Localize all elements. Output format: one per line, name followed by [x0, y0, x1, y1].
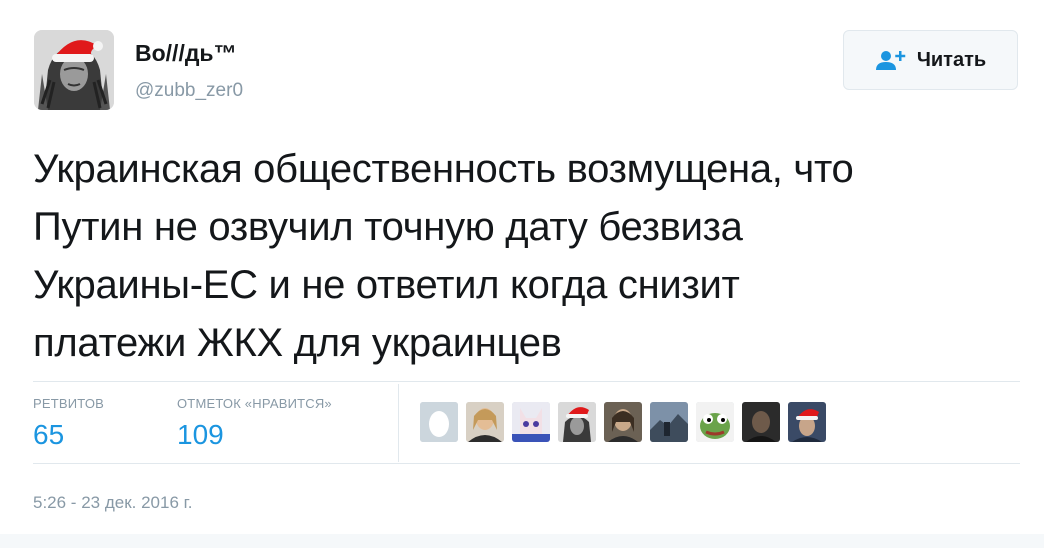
follow-button[interactable]: Читать [843, 30, 1018, 90]
tweet-card: Во///дь™ @zubb_zer0 Читать Украинская об… [0, 0, 1044, 548]
user-handle[interactable]: @zubb_zer0 [135, 80, 243, 102]
chief-with-santa-hat-icon [34, 30, 114, 110]
likes-label: ОТМЕТОК «НРАВИТСЯ» [177, 396, 332, 411]
retweets-stat[interactable]: РЕТВИТОВ 65 [33, 396, 104, 451]
liker-avatar-woman[interactable] [466, 402, 504, 442]
add-user-icon [875, 49, 907, 71]
liker-avatar-woman-portrait[interactable] [604, 402, 642, 442]
liker-avatars [420, 402, 826, 442]
card-footer-band [0, 534, 1044, 548]
profile-avatar[interactable] [34, 30, 114, 110]
liker-avatar-santa-hat-portrait[interactable] [788, 402, 826, 442]
likes-count: 109 [177, 419, 224, 450]
liker-avatar-default-egg[interactable] [420, 402, 458, 442]
liker-avatar-landscape[interactable] [650, 402, 688, 442]
tweet-text-line: Украины-ЕС и не ответил когда снизит [33, 263, 740, 307]
liker-avatar-cat-face[interactable] [512, 402, 550, 442]
retweets-label: РЕТВИТОВ [33, 396, 105, 411]
liker-avatar-santa-hat-chief[interactable] [558, 402, 596, 442]
tweet-timestamp[interactable]: 5:26 - 23 дек. 2016 г. [33, 493, 192, 513]
follow-button-label: Читать [916, 48, 987, 71]
retweets-count: 65 [33, 419, 65, 450]
likes-stat[interactable]: ОТМЕТОК «НРАВИТСЯ» 109 [177, 396, 332, 451]
stats-divider-bottom [33, 463, 1020, 464]
tweet-text-line: Путин не озвучил точную дату безвиза [33, 205, 743, 249]
user-display-name[interactable]: Во///дь™ [135, 40, 237, 67]
stats-divider-vertical [398, 384, 399, 462]
liker-avatar-pepe-frog[interactable] [696, 402, 734, 442]
tweet-text-line: Украинская общественность возмущена, что [33, 147, 854, 191]
tweet-text: Украинская общественность возмущена, что… [33, 140, 1018, 372]
stats-divider-top [33, 381, 1020, 382]
liker-avatar-dark-portrait[interactable] [742, 402, 780, 442]
tweet-text-line: платежи ЖКХ для украинцев [33, 321, 562, 365]
